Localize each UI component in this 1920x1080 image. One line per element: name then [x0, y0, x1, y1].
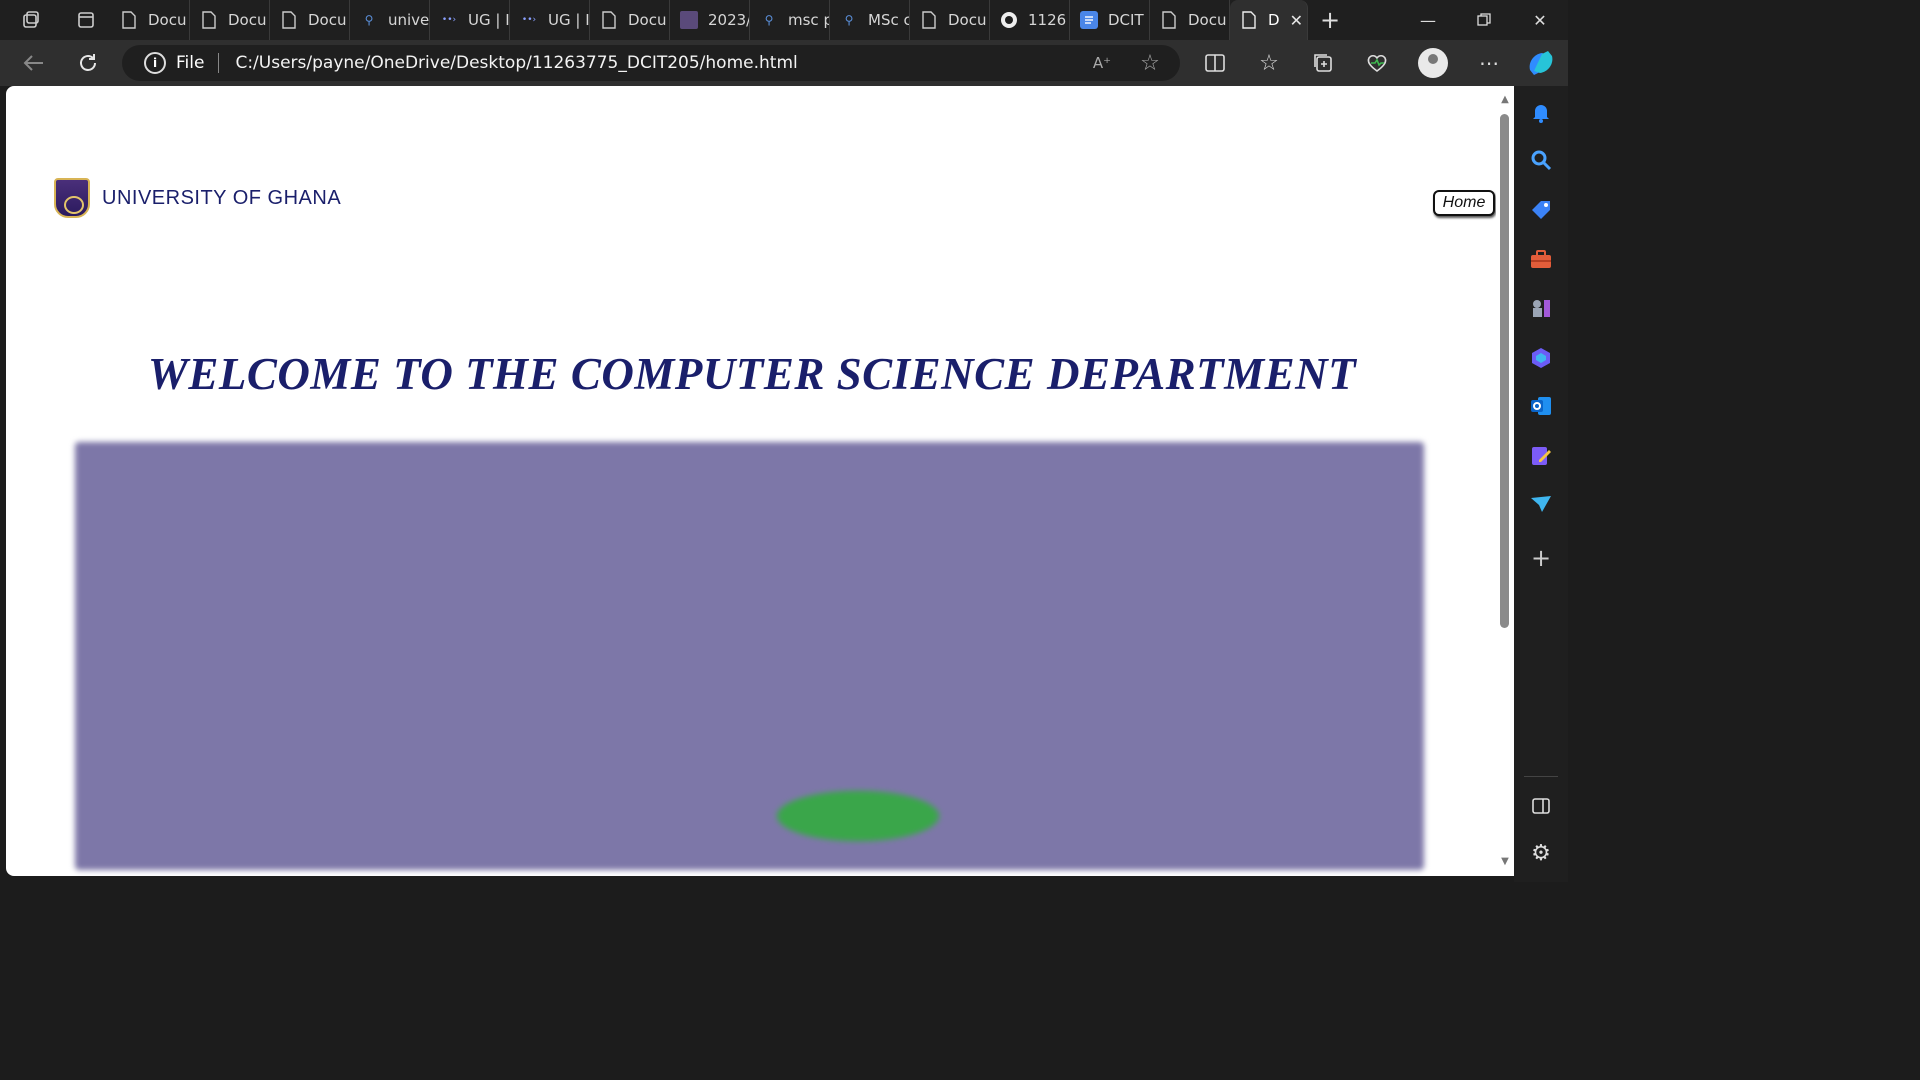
browser-tab[interactable]: DCIT	[1070, 0, 1150, 40]
edge-sidebar: + ⚙	[1514, 86, 1568, 882]
browser-tab[interactable]: Docu	[270, 0, 350, 40]
page-icon	[120, 11, 138, 29]
web-page: UNIVERSITY OF GHANA Home WELCOME TO THE …	[6, 86, 1514, 876]
browser-tab[interactable]: Docu	[190, 0, 270, 40]
restore-icon[interactable]	[1456, 0, 1512, 40]
browser-tab[interactable]: ⚲ msc p	[750, 0, 830, 40]
page-icon	[920, 11, 938, 29]
brand-name: UNIVERSITY OF GHANA	[102, 186, 342, 209]
site-brand[interactable]: UNIVERSITY OF GHANA	[54, 178, 341, 218]
settings-gear-icon[interactable]: ⚙	[1529, 842, 1553, 866]
browser-tab[interactable]: ••› UG | I	[510, 0, 590, 40]
address-bar[interactable]: i File C:/Users/payne/OneDrive/Desktop/1…	[122, 45, 1180, 81]
browser-tab[interactable]: 1126	[990, 0, 1070, 40]
search-icon: ⚲	[364, 13, 374, 27]
hide-sidebar-icon[interactable]	[1529, 794, 1553, 818]
tab-label: UG | I	[468, 11, 510, 29]
read-aloud-icon[interactable]: A⁺	[1087, 48, 1117, 78]
notifications-bell-icon[interactable]	[1529, 100, 1553, 124]
scheme-label: File	[176, 53, 205, 73]
search-icon[interactable]	[1529, 148, 1553, 172]
ug-icon: ••›	[521, 15, 537, 25]
tab-actions-icon[interactable]	[62, 0, 110, 40]
campus-hero-image	[75, 442, 1424, 870]
browser-toolbar: i File C:/Users/payne/OneDrive/Desktop/1…	[0, 40, 1568, 86]
crest-icon	[680, 11, 698, 29]
github-icon	[1000, 11, 1018, 29]
info-icon[interactable]: i	[144, 52, 166, 74]
collections-icon[interactable]	[1296, 40, 1350, 86]
page-icon	[600, 11, 618, 29]
tab-label: unive	[388, 11, 430, 29]
browser-tab[interactable]: Docu	[910, 0, 990, 40]
tab-label: 2023/	[708, 11, 750, 29]
workspaces-icon[interactable]	[0, 0, 62, 40]
drop-notes-icon[interactable]	[1529, 444, 1553, 468]
tab-label: UG | I	[548, 11, 590, 29]
browser-tab[interactable]: Docu	[590, 0, 670, 40]
browser-tab[interactable]: ⚲ unive	[350, 0, 430, 40]
page-icon	[1240, 11, 1258, 29]
scrollbar-thumb[interactable]	[1500, 114, 1509, 628]
favorites-icon[interactable]: ☆	[1242, 40, 1296, 86]
tab-label: Docu	[148, 11, 187, 29]
profile-avatar[interactable]	[1406, 40, 1460, 86]
more-options-icon[interactable]: ⋯	[1462, 40, 1516, 86]
tab-label: Docu	[308, 11, 347, 29]
add-sidebar-app-icon[interactable]: +	[1529, 546, 1553, 570]
tab-label: D	[1268, 11, 1280, 29]
browser-tab[interactable]: Docu	[110, 0, 190, 40]
page-icon	[1160, 11, 1178, 29]
address-divider	[218, 53, 220, 73]
browser-tab-active[interactable]: D ✕	[1230, 0, 1308, 40]
search-icon: ⚲	[844, 13, 854, 27]
close-tab-icon[interactable]: ✕	[1290, 11, 1303, 30]
welcome-heading: WELCOME TO THE COMPUTER SCIENCE DEPARTME…	[147, 349, 1357, 399]
docs-icon	[1080, 11, 1098, 29]
url-text[interactable]: C:/Users/payne/OneDrive/Desktop/11263775…	[235, 53, 797, 73]
page-icon	[200, 11, 218, 29]
tab-label: Docu	[948, 11, 987, 29]
browser-tab[interactable]: ••› UG | I	[430, 0, 510, 40]
tab-label: Docu	[228, 11, 267, 29]
tools-briefcase-icon[interactable]	[1529, 248, 1553, 272]
tab-label: MSc c	[868, 11, 910, 29]
tab-label: 1126	[1028, 11, 1067, 29]
avatar	[1418, 48, 1448, 78]
university-crest-icon	[54, 178, 90, 218]
tab-label: DCIT	[1108, 11, 1144, 29]
new-tab-button[interactable]: +	[1308, 0, 1352, 40]
back-icon[interactable]	[8, 40, 60, 86]
scroll-down-arrow-icon[interactable]: ▼	[1499, 856, 1511, 868]
microsoft-365-icon[interactable]	[1529, 346, 1553, 370]
tab-label: msc p	[788, 11, 830, 29]
favorite-star-icon[interactable]: ☆	[1135, 48, 1165, 78]
browser-essentials-icon[interactable]	[1350, 40, 1404, 86]
browser-tab[interactable]: ⚲ MSc c	[830, 0, 910, 40]
close-window-icon[interactable]: ✕	[1512, 0, 1568, 40]
search-icon: ⚲	[764, 13, 774, 27]
scroll-up-arrow-icon[interactable]: ▲	[1499, 94, 1511, 106]
browser-tab[interactable]: Docu	[1150, 0, 1230, 40]
tab-label: Docu	[628, 11, 667, 29]
sidebar-divider	[1524, 776, 1558, 777]
send-icon[interactable]	[1529, 492, 1553, 516]
outlook-icon[interactable]	[1529, 394, 1553, 418]
shopping-tag-icon[interactable]	[1529, 198, 1553, 222]
split-screen-icon[interactable]	[1188, 40, 1242, 86]
copilot-icon[interactable]	[1514, 40, 1568, 86]
games-chess-icon[interactable]	[1529, 296, 1553, 320]
refresh-icon[interactable]	[62, 40, 114, 86]
minimize-icon[interactable]: —	[1400, 0, 1456, 40]
ug-icon: ••›	[441, 15, 457, 25]
browser-tab[interactable]: 2023/	[670, 0, 750, 40]
browser-tab-strip: Docu Docu Docu ⚲ unive ••› UG | I ••› UG | …	[0, 0, 1568, 40]
page-icon	[280, 11, 298, 29]
page-scrollbar[interactable]: ▲ ▼	[1496, 86, 1514, 876]
home-nav-button[interactable]: Home	[1433, 190, 1495, 216]
tab-label: Docu	[1188, 11, 1227, 29]
